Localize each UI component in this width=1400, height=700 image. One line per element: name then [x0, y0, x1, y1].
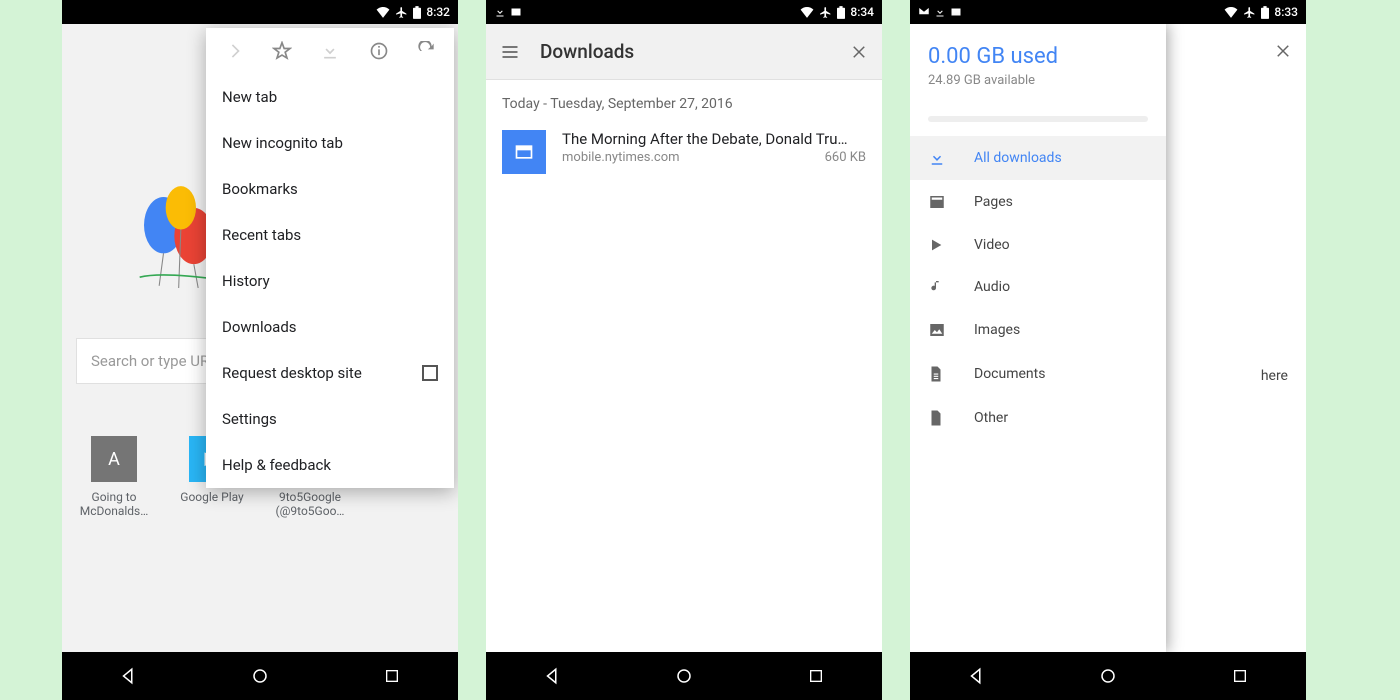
download-icon: [928, 149, 948, 167]
menu-item-recent-tabs[interactable]: Recent tabs: [206, 212, 454, 258]
drawer-item-label: All downloads: [974, 150, 1062, 166]
statusbar: 8:34: [486, 0, 882, 24]
music-note-icon: [928, 279, 948, 295]
menu-item-desktop-site[interactable]: Request desktop site: [206, 350, 454, 396]
downloads-list-peek: here: [1166, 24, 1306, 652]
menu-item-settings[interactable]: Settings: [206, 396, 454, 442]
statusbar-time: 8:34: [850, 5, 874, 19]
home-icon[interactable]: [1098, 666, 1118, 686]
battery-icon: [1261, 6, 1269, 19]
star-icon[interactable]: [271, 40, 293, 62]
download-thumbnail: [502, 130, 546, 174]
drawer-item-label: Images: [974, 322, 1020, 338]
drawer-item-label: Video: [974, 237, 1010, 253]
downloads-drawer: 0.00 GB used 24.89 GB available All down…: [910, 24, 1166, 652]
shortcut-favicon: A: [91, 436, 137, 482]
play-icon: [928, 237, 948, 253]
drawer-item-documents[interactable]: Documents: [910, 352, 1166, 396]
shortcut-label: Going to McDonalds…: [76, 490, 152, 518]
gmail-notification-icon: [918, 6, 930, 18]
download-icon[interactable]: [319, 40, 341, 62]
hamburger-icon[interactable]: [500, 42, 520, 62]
screenshot-notification-icon: [950, 6, 962, 18]
menu-icon-row: [206, 28, 454, 74]
airplane-icon: [819, 6, 832, 19]
battery-icon: [837, 6, 845, 19]
drawer-item-images[interactable]: Images: [910, 308, 1166, 352]
menu-item-downloads[interactable]: Downloads: [206, 304, 454, 350]
downloads-title: Downloads: [540, 40, 830, 63]
shortcut-label: Google Play: [180, 490, 243, 504]
peek-partial-text: here: [1261, 368, 1288, 384]
drawer-item-label: Documents: [974, 366, 1045, 382]
statusbar-time: 8:33: [1274, 5, 1298, 19]
menu-item-incognito[interactable]: New incognito tab: [206, 120, 454, 166]
forward-icon[interactable]: [222, 40, 244, 62]
close-icon[interactable]: [1274, 42, 1292, 60]
drawer-item-all[interactable]: All downloads: [910, 136, 1166, 180]
file-icon: [928, 409, 948, 427]
phone-screen-3: 8:33 here 0.00 GB used 24.89 GB availabl…: [910, 0, 1306, 700]
storage-available: 24.89 GB available: [928, 73, 1148, 88]
home-icon[interactable]: [250, 666, 270, 686]
storage-used: 0.00 GB used: [928, 44, 1148, 69]
info-icon[interactable]: [368, 40, 390, 62]
back-icon[interactable]: [118, 666, 138, 686]
statusbar: 8:33: [910, 0, 1306, 24]
wifi-icon: [800, 6, 814, 18]
android-navbar: [486, 652, 882, 700]
phone-screen-1: 8:32 Search or type UR A Going to McDona…: [62, 0, 458, 700]
back-icon[interactable]: [542, 666, 562, 686]
page-icon: [928, 193, 948, 211]
download-notification-icon: [494, 6, 506, 18]
battery-icon: [413, 6, 421, 19]
drawer-item-pages[interactable]: Pages: [910, 180, 1166, 224]
menu-item-help[interactable]: Help & feedback: [206, 442, 454, 488]
statusbar-time: 8:32: [426, 5, 450, 19]
airplane-icon: [1243, 6, 1256, 19]
menu-item-bookmarks[interactable]: Bookmarks: [206, 166, 454, 212]
drawer-item-other[interactable]: Other: [910, 396, 1166, 440]
download-title: The Morning After the Debate, Donald Tru…: [562, 130, 866, 148]
shortcut-label: 9to5Google (@9to5Goo…: [272, 490, 348, 518]
drawer-item-video[interactable]: Video: [910, 224, 1166, 266]
close-icon[interactable]: [850, 43, 868, 61]
search-placeholder: Search or type UR: [91, 352, 209, 370]
drawer-header: 0.00 GB used 24.89 GB available: [910, 24, 1166, 102]
wifi-icon: [376, 6, 390, 18]
downloads-screen: Downloads Today - Tuesday, September 27,…: [486, 24, 882, 652]
android-navbar: [62, 652, 458, 700]
android-navbar: [910, 652, 1306, 700]
airplane-icon: [395, 6, 408, 19]
download-item[interactable]: The Morning After the Debate, Donald Tru…: [486, 122, 882, 182]
statusbar: 8:32: [62, 0, 458, 24]
screenshot-notification-icon: [510, 6, 522, 18]
phone-screen-2: 8:34 Downloads Today - Tuesday, Septembe…: [486, 0, 882, 700]
chrome-overflow-menu: New tab New incognito tab Bookmarks Rece…: [206, 28, 454, 488]
drawer-item-label: Pages: [974, 194, 1013, 210]
download-notification-icon: [934, 6, 946, 18]
image-icon: [928, 321, 948, 339]
back-icon[interactable]: [966, 666, 986, 686]
downloads-header: Downloads: [486, 24, 882, 80]
drawer-item-label: Other: [974, 410, 1008, 426]
home-icon[interactable]: [674, 666, 694, 686]
menu-item-history[interactable]: History: [206, 258, 454, 304]
download-size: 660 KB: [825, 150, 866, 165]
download-source: mobile.nytimes.com: [562, 150, 680, 165]
recents-icon[interactable]: [382, 666, 402, 686]
menu-item-new-tab[interactable]: New tab: [206, 74, 454, 120]
recents-icon[interactable]: [806, 666, 826, 686]
downloads-scrim[interactable]: here 0.00 GB used 24.89 GB available All…: [910, 24, 1306, 652]
refresh-icon[interactable]: [416, 40, 438, 62]
drawer-item-audio[interactable]: Audio: [910, 266, 1166, 308]
downloads-date-header: Today - Tuesday, September 27, 2016: [486, 80, 882, 122]
storage-bar: [928, 116, 1148, 122]
doc-icon: [928, 365, 948, 383]
drawer-item-label: Audio: [974, 279, 1010, 295]
shortcut-tile[interactable]: A Going to McDonalds…: [76, 436, 152, 518]
recents-icon[interactable]: [1230, 666, 1250, 686]
desktop-site-checkbox[interactable]: [422, 365, 438, 381]
wifi-icon: [1224, 6, 1238, 18]
